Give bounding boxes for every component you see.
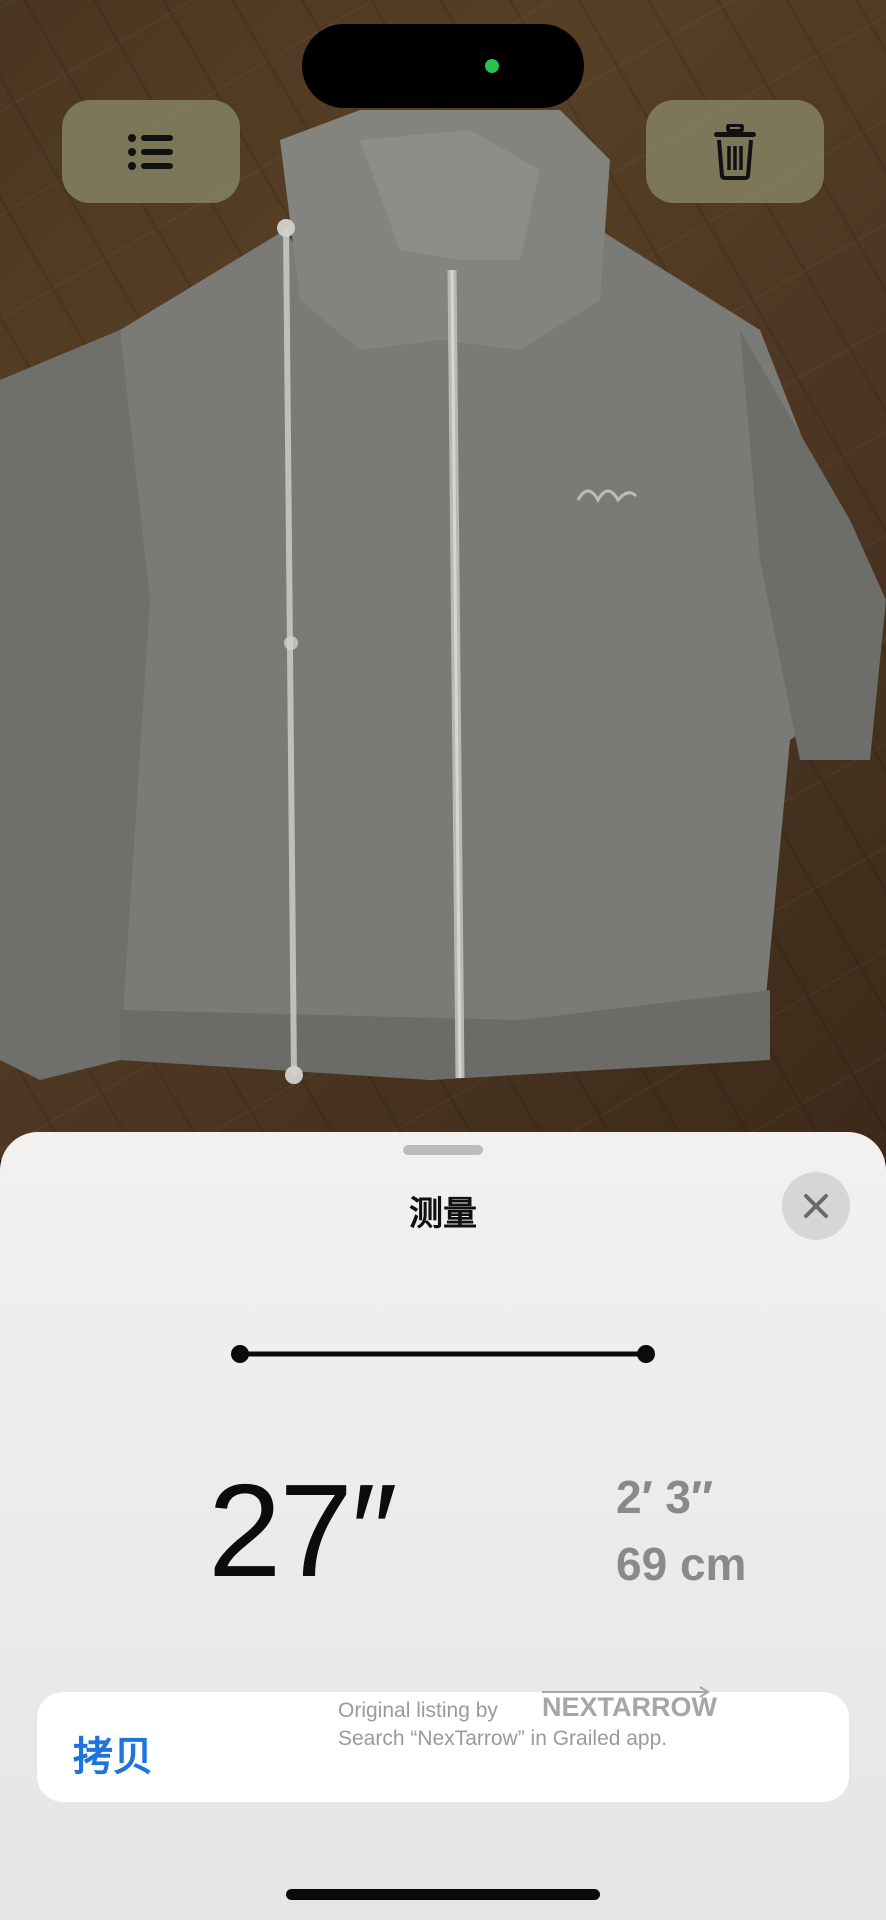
close-icon xyxy=(804,1194,828,1218)
measurements-list-button[interactable] xyxy=(62,100,240,203)
trash-icon xyxy=(714,123,756,180)
watermark-brand: NEXTARROW xyxy=(542,1686,717,1723)
watermark-line2: Search “NexTarrow” in Grailed app. xyxy=(338,1727,668,1751)
measurement-value: 27″ xyxy=(208,1457,398,1604)
dynamic-island xyxy=(302,24,584,108)
camera-view xyxy=(0,0,886,1160)
measurement-centimeters: 69 cm xyxy=(616,1538,747,1590)
arrow-icon xyxy=(542,1686,710,1698)
delete-button[interactable] xyxy=(646,100,824,203)
camera-in-use-indicator xyxy=(485,59,499,73)
copy-label: 拷贝 xyxy=(73,1735,153,1779)
close-button[interactable] xyxy=(782,1172,850,1240)
list-icon xyxy=(128,133,173,170)
sheet-grabber[interactable] xyxy=(403,1145,483,1155)
measurement-line-icon xyxy=(231,1345,655,1363)
measurement-feet-inches: 2′ 3″ xyxy=(616,1471,714,1523)
home-indicator[interactable] xyxy=(286,1889,600,1900)
sheet-title: 测量 xyxy=(409,1195,477,1233)
